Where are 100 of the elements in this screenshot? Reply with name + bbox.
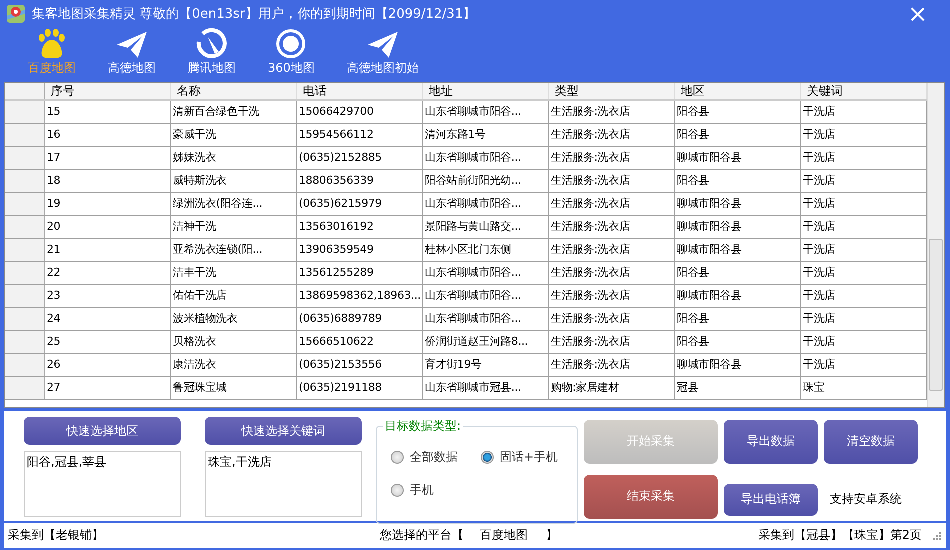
keyword-field[interactable]: 珠宝,干洗店 [205, 451, 362, 517]
table-cell: 生活服务:洗衣店 [549, 216, 675, 238]
table-cell: 15954566112 [297, 124, 423, 146]
platform-tab[interactable]: 腾讯地图 [178, 28, 246, 77]
table-cell: 15666510622 [297, 331, 423, 353]
table-cell: 聊城市阳谷县 [675, 193, 801, 215]
row-header[interactable] [5, 354, 45, 376]
table-cell: 亚希洗衣连锁(阳... [171, 239, 297, 261]
close-button[interactable]: × [908, 2, 950, 26]
action-button[interactable]: 结束采集 [584, 474, 718, 518]
table-cell: (0635)6215979 [297, 193, 423, 215]
table-cell: 阳谷县 [675, 124, 801, 146]
table-cell: 15 [45, 101, 171, 123]
radio-button[interactable] [391, 484, 404, 497]
table-cell: 生活服务:洗衣店 [549, 170, 675, 192]
table-cell: 阳谷县 [675, 170, 801, 192]
group-title: 目标数据类型: [383, 418, 464, 435]
table-cell: 23 [45, 285, 171, 307]
table-cell: 13906359549 [297, 239, 423, 261]
table-cell: 桂林小区北门东侧 [423, 239, 549, 261]
table-cell: 聊城市阳谷县 [675, 285, 801, 307]
table-cell: 山东省聊城市阳谷... [423, 147, 549, 169]
table-cell: 山东省聊城市阳谷... [423, 308, 549, 330]
table-cell: 19 [45, 193, 171, 215]
column-header[interactable]: 类型 [549, 83, 675, 99]
table-cell: 山东省聊城市阳谷... [423, 285, 549, 307]
platform-tab[interactable]: 360地图 [258, 28, 325, 77]
resize-grip-icon [932, 530, 942, 540]
table-cell: (0635)6889789 [297, 308, 423, 330]
table-cell: 22 [45, 262, 171, 284]
table-cell: 生活服务:洗衣店 [549, 354, 675, 376]
row-header[interactable] [5, 193, 45, 215]
table-cell: 生活服务:洗衣店 [549, 124, 675, 146]
column-header[interactable]: 序号 [45, 83, 171, 99]
table-cell: 生活服务:洗衣店 [549, 262, 675, 284]
table-cell: 21 [45, 239, 171, 261]
table-cell: 生活服务:洗衣店 [549, 101, 675, 123]
radio-button[interactable] [481, 451, 494, 464]
table-cell: 康洁洗衣 [171, 354, 297, 376]
region-field[interactable]: 阳谷,冠县,莘县 [24, 451, 181, 517]
table-cell: 育才街19号 [423, 354, 549, 376]
table-cell: 波米植物洗衣 [171, 308, 297, 330]
table-cell: 20 [45, 216, 171, 238]
table-cell: 鲁冠珠宝城 [171, 377, 297, 399]
table-cell: 聊城市阳谷县 [675, 147, 801, 169]
action-button[interactable]: 导出电话簿 [724, 484, 818, 516]
note-text: 支持安卓系统 [829, 491, 903, 508]
table-cell: 24 [45, 308, 171, 330]
table-cell: 18806356339 [297, 170, 423, 192]
table-cell: 生活服务:洗衣店 [549, 285, 675, 307]
column-header[interactable]: 名称 [171, 83, 297, 99]
vertical-scrollbar[interactable] [927, 83, 944, 407]
table-cell: 购物:家居建材 [549, 377, 675, 399]
status-text: 采集到【冠县】【珠宝】第2页 [758, 527, 922, 544]
column-header[interactable]: 地址 [423, 83, 549, 99]
table-cell: 18 [45, 170, 171, 192]
table-cell: 阳谷县 [675, 308, 801, 330]
select-keyword-button[interactable]: 快速选择关键词 [205, 417, 362, 445]
app-logo-icon [6, 4, 26, 24]
table-cell: 贝格洗衣 [171, 331, 297, 353]
table-cell: 佑佑干洗店 [171, 285, 297, 307]
table-cell: 生活服务:洗衣店 [549, 239, 675, 261]
table-cell: 生活服务:洗衣店 [549, 331, 675, 353]
table-cell: 26 [45, 354, 171, 376]
column-header[interactable]: 电话 [297, 83, 423, 99]
row-header[interactable] [5, 216, 45, 238]
select-region-button[interactable]: 快速选择地区 [24, 417, 181, 445]
table-cell: 景阳路与黄山路交... [423, 216, 549, 238]
option-label: 手机 [410, 482, 434, 499]
table-cell: 洁神干洗 [171, 216, 297, 238]
row-header[interactable] [5, 285, 45, 307]
action-button[interactable]: 导出数据 [724, 420, 818, 464]
table-cell: (0635)2153556 [297, 354, 423, 376]
table-cell: 聊城市阳谷县 [675, 239, 801, 261]
table-cell: 27 [45, 377, 171, 399]
table-cell: 阳谷站前街阳光幼... [423, 170, 549, 192]
table-cell: 25 [45, 331, 171, 353]
platform-tab[interactable]: 高德地图初始 [336, 28, 429, 77]
row-header[interactable] [5, 331, 45, 353]
table-cell: 16 [45, 124, 171, 146]
action-button[interactable]: 清空数据 [824, 420, 918, 464]
status-text: 】 [546, 527, 558, 544]
table-cell: 洁丰干洗 [171, 262, 297, 284]
row-header[interactable] [5, 377, 45, 399]
table-cell: 阳谷县 [675, 331, 801, 353]
row-header[interactable] [5, 170, 45, 192]
row-header[interactable] [5, 124, 45, 146]
table-cell: 17 [45, 147, 171, 169]
platform-tab[interactable]: 高德地图 [98, 28, 166, 77]
row-header[interactable] [5, 308, 45, 330]
row-header[interactable] [5, 101, 45, 123]
table-cell: 生活服务:洗衣店 [549, 308, 675, 330]
column-header[interactable]: 地区 [675, 83, 801, 99]
table-cell: 聊城市阳谷县 [675, 354, 801, 376]
table-cell: 山东省聊城市阳谷... [423, 262, 549, 284]
row-header[interactable] [5, 262, 45, 284]
window-title: 集客地图采集精灵 尊敬的【0en13sr】用户，你的到期时间【2099/12/31】 [32, 6, 478, 23]
radio-button[interactable] [391, 451, 404, 464]
row-header[interactable] [5, 239, 45, 261]
row-header[interactable] [5, 147, 45, 169]
